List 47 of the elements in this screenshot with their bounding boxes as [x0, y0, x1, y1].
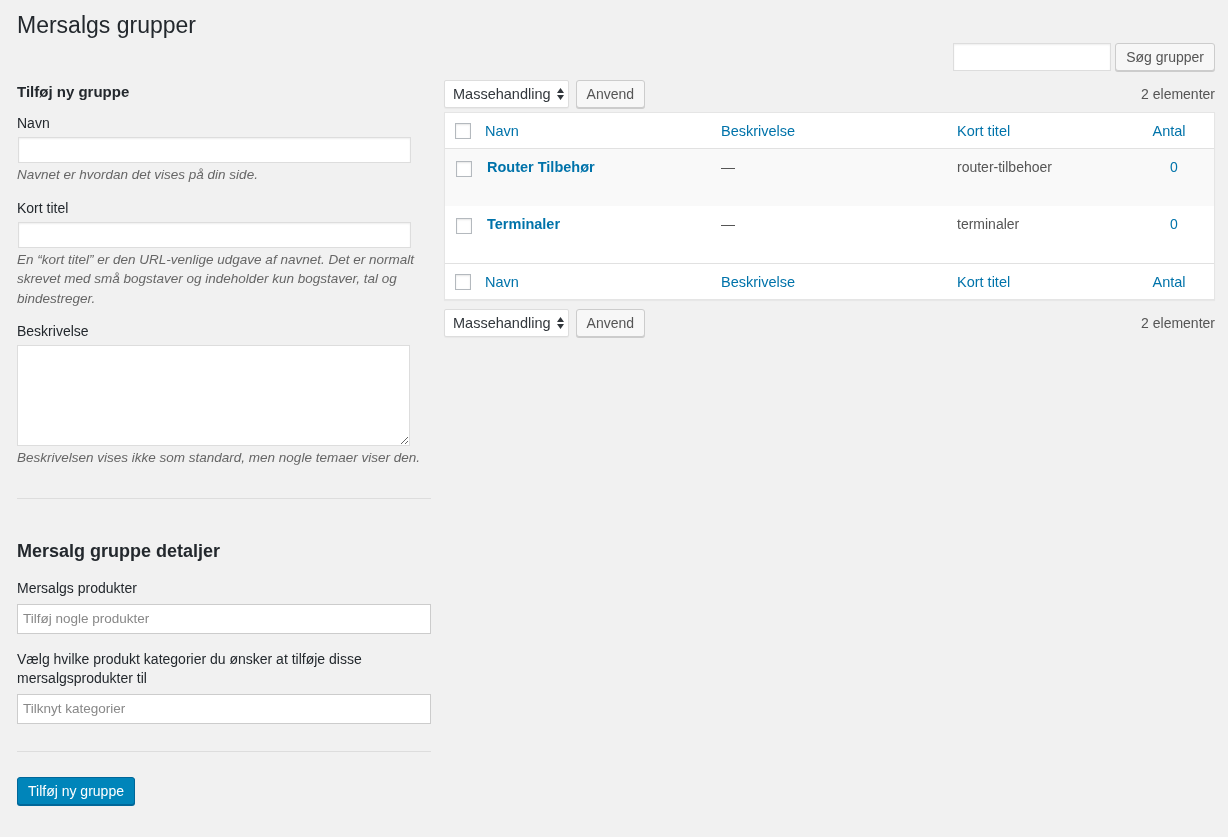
item-count: 2 elementer	[1141, 315, 1215, 331]
field-label: Mersalgs produkter	[17, 578, 138, 598]
column-header-link[interactable]: Beskrivelse	[721, 122, 957, 139]
table-cell-text: —	[721, 216, 736, 232]
column-header-link[interactable]: Navn	[485, 273, 721, 290]
group-name-link[interactable]: Terminaler	[487, 216, 721, 232]
field-label: Beskrivelse	[17, 322, 90, 341]
search-select-field[interactable]: Tilknyt kategorier	[17, 693, 431, 724]
count-link[interactable]: 0	[1170, 159, 1178, 175]
up-down-caret-icon	[556, 317, 564, 329]
field-hint: Navnet er hvordan det vises på din side.	[17, 166, 259, 184]
search-field[interactable]	[953, 43, 1112, 71]
checkbox[interactable]	[456, 218, 472, 234]
column-header-link[interactable]: Kort titel	[957, 122, 1124, 139]
table-cell-text: —	[721, 159, 736, 175]
page-title: Mersalgs grupper	[17, 11, 197, 40]
item-count: 2 elementer	[1141, 86, 1215, 102]
description-textarea[interactable]	[17, 345, 410, 446]
bulk-action-dropdown[interactable]: Massehandling	[444, 309, 569, 337]
search-button[interactable]: Søg grupper	[1115, 43, 1215, 71]
text-field[interactable]	[18, 137, 411, 163]
column-header-link[interactable]: Navn	[485, 122, 721, 139]
apply-button[interactable]: Anvend	[575, 80, 646, 108]
section-heading: Tilføj ny gruppe	[17, 82, 131, 102]
column-header-link[interactable]: Kort titel	[957, 273, 1124, 290]
column-header-link[interactable]: Antal	[1152, 273, 1186, 290]
section-heading: Mersalg gruppe detaljer	[17, 539, 222, 563]
field-label: Navn	[17, 114, 51, 133]
search-select-field[interactable]: Tilføj nogle produkter	[17, 603, 431, 634]
table-cell-text: router-tilbehoer	[957, 159, 1053, 175]
checkbox[interactable]	[456, 161, 472, 177]
text-field[interactable]	[18, 221, 411, 248]
field-label: Vælg hvilke produkt kategorier du ønsker at tilføje disse mersalgsprodukter til	[17, 649, 363, 688]
add-group-button[interactable]: Tilføj ny gruppe	[17, 776, 135, 805]
field-hint: Beskrivelsen vises ikke som standard, men nogle temaer viser den.	[17, 449, 421, 467]
column-header-link[interactable]: Beskrivelse	[721, 273, 957, 290]
checkbox[interactable]	[455, 122, 471, 139]
field-hint: En “kort titel” er den URL-venlige udgave af navnet. Det er normalt skrevet med små bogstaver og indeholder kun bogstaver, tal og bindestreger.	[17, 250, 416, 308]
apply-button[interactable]: Anvend	[575, 309, 646, 337]
count-link[interactable]: 0	[1170, 216, 1178, 232]
bulk-action-dropdown[interactable]: Massehandling	[444, 80, 569, 108]
field-label: Kort titel	[17, 198, 70, 218]
table-cell-text: terminaler	[957, 216, 1021, 232]
checkbox[interactable]	[455, 273, 471, 290]
up-down-caret-icon	[556, 88, 564, 100]
group-name-link[interactable]: Router Tilbehør	[487, 159, 721, 175]
column-header-link[interactable]: Antal	[1152, 122, 1186, 139]
